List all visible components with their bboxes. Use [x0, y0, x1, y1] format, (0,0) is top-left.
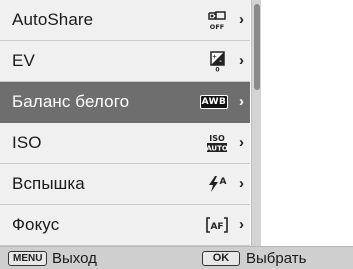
settings-menu: AutoShare OFF › EV + - 0 › Баланс белого… [0, 0, 250, 246]
menu-item-iso[interactable]: ISO ISO AUTO › [0, 123, 250, 164]
menu-scrollbar[interactable] [251, 0, 261, 246]
ok-key-badge: OK [202, 251, 240, 266]
chevron-right-icon: › [239, 216, 244, 234]
menu-item-flash[interactable]: Вспышка A › [0, 164, 250, 205]
camera-menu-screen: AutoShare OFF › EV + - 0 › Баланс белого… [0, 0, 353, 269]
chevron-right-icon: › [239, 93, 244, 111]
menu-item-white-balance[interactable]: Баланс белого AWB › [0, 82, 250, 123]
svg-text:+: + [212, 54, 217, 61]
af-text: AF [210, 222, 223, 232]
autofocus-icon: AF [206, 214, 228, 236]
svg-text:ISO: ISO [209, 134, 225, 143]
menu-item-focus[interactable]: Фокус AF › [0, 205, 250, 246]
button-hints-bar: MENU Выход OK Выбрать [0, 246, 353, 269]
awb-badge: AWB [200, 95, 228, 109]
chevron-right-icon: › [239, 11, 244, 29]
flash-mode-text: A [220, 177, 227, 187]
menu-item-label: Фокус [12, 215, 60, 234]
menu-item-autoshare[interactable]: AutoShare OFF › [0, 0, 250, 41]
menu-item-label: ISO [12, 133, 42, 152]
ev-value-text: 0 [215, 67, 219, 73]
select-hint-label: Выбрать [246, 250, 307, 267]
iso-auto-icon: ISO AUTO [206, 132, 228, 154]
menu-item-ev[interactable]: EV + - 0 › [0, 41, 250, 82]
chevron-right-icon: › [239, 52, 244, 70]
scrollbar-thumb[interactable] [254, 4, 260, 90]
menu-item-label: Вспышка [12, 174, 85, 193]
menu-item-label: Баланс белого [12, 92, 130, 111]
menu-item-label: EV [12, 51, 35, 70]
menu-item-label: AutoShare [12, 10, 94, 29]
menu-key-badge: MENU [8, 251, 48, 266]
chevron-right-icon: › [239, 175, 244, 193]
exposure-value-icon: + - 0 [208, 50, 228, 72]
chevron-right-icon: › [239, 134, 244, 152]
exit-hint-label: Выход [52, 250, 97, 267]
autoshare-off-text: OFF [210, 23, 224, 31]
svg-text:AUTO: AUTO [206, 145, 228, 153]
autoshare-off-icon: OFF [206, 9, 228, 31]
flash-auto-icon: A [206, 173, 228, 195]
white-balance-auto-icon: AWB [200, 91, 228, 113]
